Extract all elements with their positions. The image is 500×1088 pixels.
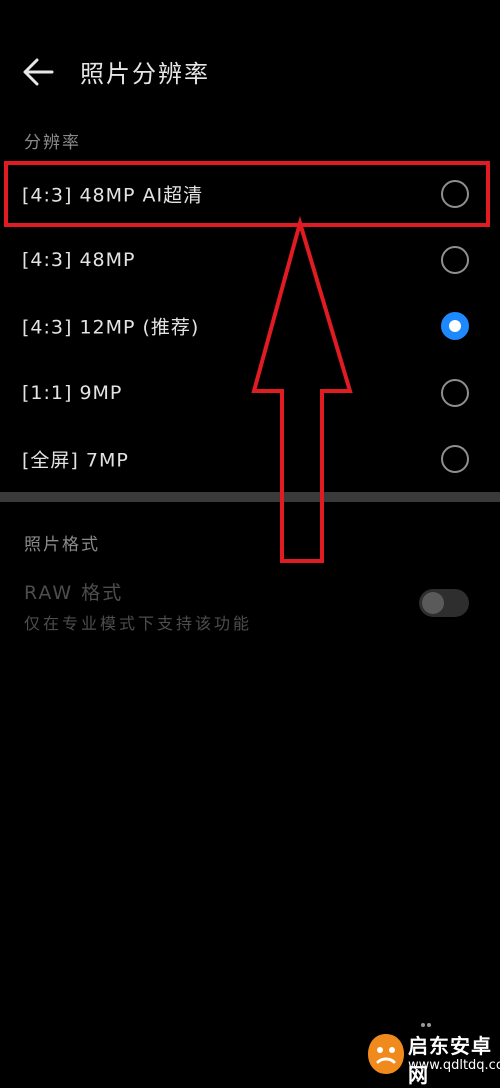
raw-format-toggle[interactable]: [419, 589, 469, 617]
radio-button[interactable]: [441, 246, 469, 274]
watermark-url: www.qdltdq.com: [408, 1058, 500, 1073]
back-button[interactable]: [18, 52, 58, 92]
option-label: [4:3] 48MP: [22, 249, 136, 271]
arrow-left-icon: [23, 58, 54, 86]
radio-button[interactable]: [441, 445, 469, 473]
option-label: [1:1] 9MP: [22, 382, 123, 404]
radio-button[interactable]: [441, 379, 469, 407]
page-title: 照片分辨率: [80, 60, 210, 88]
watermark: 启东安卓网 www.qdltdq.com: [360, 1023, 500, 1087]
toggle-knob: [422, 592, 444, 614]
annotation-arrow-icon: [251, 215, 353, 563]
watermark-dots-icon: [421, 1023, 431, 1027]
option-label: [4:3] 12MP (推荐): [22, 316, 200, 339]
radio-button-selected[interactable]: [441, 312, 469, 340]
app-header: 照片分辨率: [0, 40, 500, 104]
option-label: [全屏] 7MP: [22, 449, 129, 472]
watermark-logo-icon: [368, 1034, 404, 1074]
section-title-format: 照片格式: [24, 535, 100, 555]
raw-format-description: 仅在专业模式下支持该功能: [24, 614, 253, 633]
raw-format-label: RAW 格式: [24, 582, 124, 604]
section-title-resolution: 分辨率: [24, 133, 81, 153]
